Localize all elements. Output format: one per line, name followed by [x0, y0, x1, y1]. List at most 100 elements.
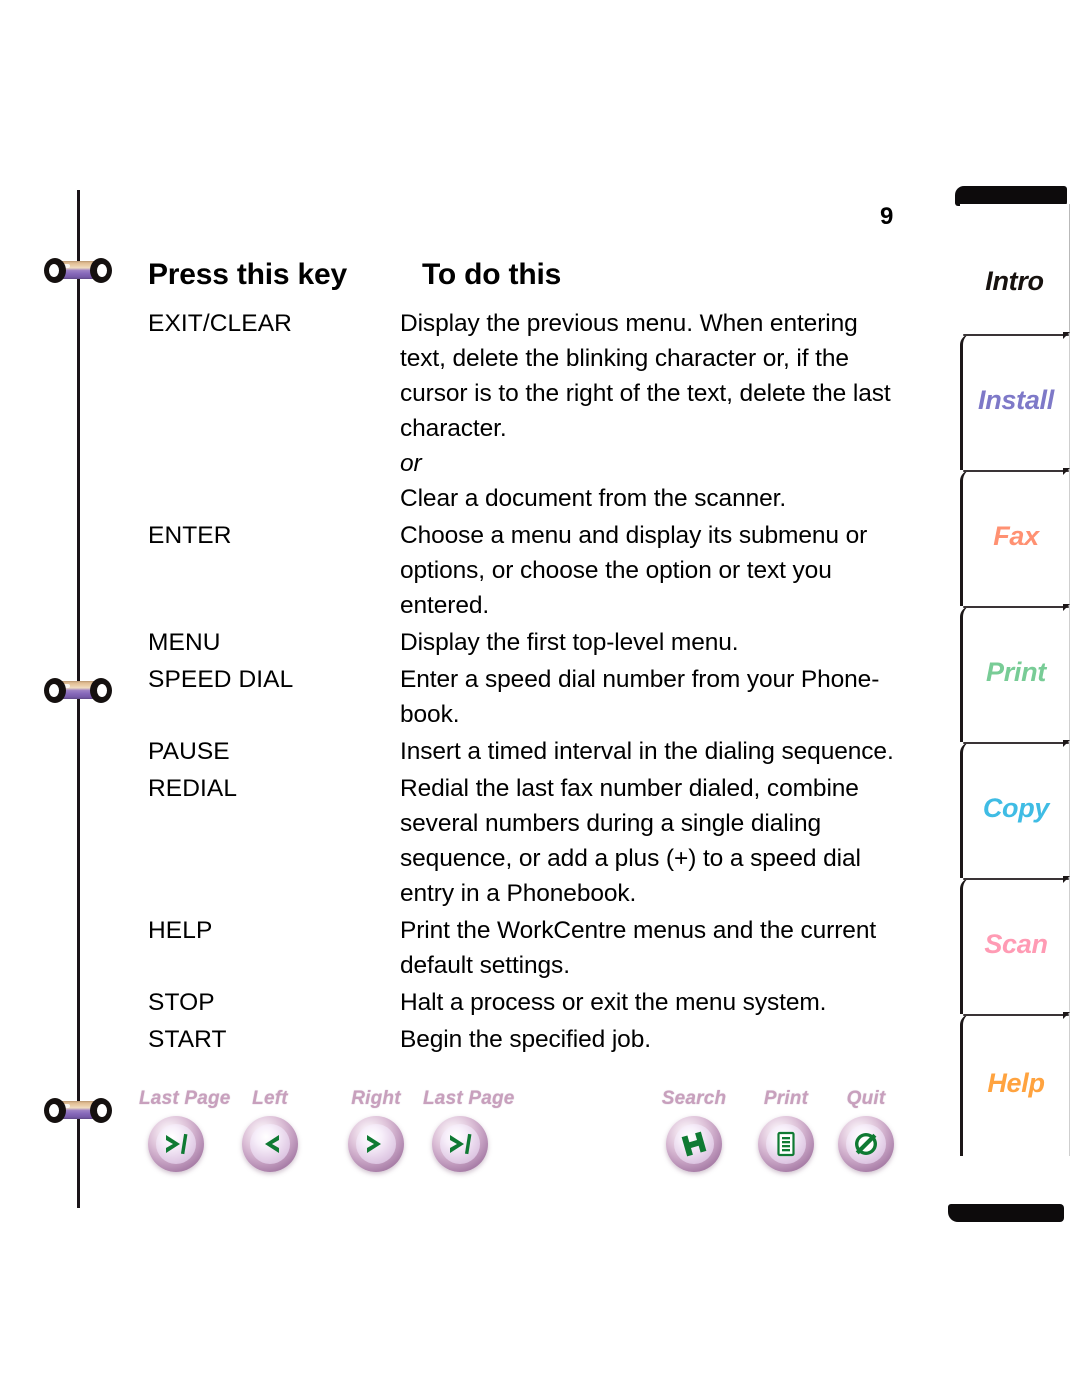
tab-divider: [963, 1014, 1069, 1016]
key-description-cell: Halt a process or exit the menu system.: [400, 985, 928, 1020]
sidebar-tab-fax[interactable]: Fax: [960, 470, 1070, 606]
nav-button-label: Last Page: [423, 1088, 497, 1110]
bottom-navigation-bar: Last Page Left Right Last Page Search Print Qu…: [0, 1088, 1080, 1198]
description-line: Choose a menu and display its submenu or: [400, 518, 928, 553]
quit-no-entry-icon[interactable]: [838, 1116, 894, 1172]
key-description-cell: Display the previous menu. When entering…: [400, 306, 928, 516]
table-row: REDIALRedial the last fax number dialed,…: [148, 771, 928, 911]
sidebar-tab-label: Install: [963, 385, 1069, 416]
binder-ring: [44, 678, 112, 703]
table-row: EXIT/CLEARDisplay the previous menu. Whe…: [148, 306, 928, 516]
key-name-cell: REDIAL: [148, 771, 400, 806]
nav-button-label: Left: [233, 1088, 307, 1110]
key-description-cell: Display the first top-level menu.: [400, 625, 928, 660]
nav-button-quit[interactable]: Quit: [829, 1088, 903, 1172]
description-line: text, delete the blinking character or, …: [400, 341, 928, 376]
binder-ring-hole-right: [97, 684, 107, 697]
column-header-press-this-key: Press this key: [148, 258, 422, 292]
description-line: default settings.: [400, 948, 928, 983]
arrow-right-to-bar-icon[interactable]: [148, 1116, 204, 1172]
key-name-cell: ENTER: [148, 518, 400, 553]
nav-button-print[interactable]: Print: [749, 1088, 823, 1172]
key-description-cell: Print the WorkCentre menus and the curre…: [400, 913, 928, 983]
nav-button-label: Right: [339, 1088, 413, 1110]
table-header-row: Press this key To do this: [148, 258, 928, 292]
search-h-icon[interactable]: [666, 1116, 722, 1172]
sidebar-tab-label: Print: [963, 657, 1069, 688]
key-description-cell: Insert a timed interval in the dialing s…: [400, 734, 928, 769]
binder-ring-hole-left: [49, 264, 59, 277]
description-line: entry in a Phonebook.: [400, 876, 928, 911]
sidebar-tab-install[interactable]: Install: [960, 334, 1070, 470]
table-row: HELPPrint the WorkCentre menus and the c…: [148, 913, 928, 983]
tab-divider: [963, 470, 1069, 472]
nav-button-label: Last Page: [139, 1088, 213, 1110]
sidebar-tab-label: Fax: [963, 521, 1069, 552]
key-name-cell: MENU: [148, 625, 400, 660]
arrow-right-to-bar-icon[interactable]: [432, 1116, 488, 1172]
sidebar-tab-label: Copy: [963, 793, 1069, 824]
nav-button-left[interactable]: Left: [233, 1088, 307, 1172]
document-page: 9 Press this key To do this EXIT/CLEARDi…: [0, 0, 1080, 1397]
tab-strip-top-edge: [955, 186, 1063, 206]
table-row: STARTBegin the specified job.: [148, 1022, 928, 1057]
sidebar-tab-copy[interactable]: Copy: [960, 742, 1070, 878]
key-name-cell: HELP: [148, 913, 400, 948]
sidebar-tab-scan[interactable]: Scan: [960, 878, 1070, 1014]
section-tab-strip: Intro Install Fax Print Copy Scan Help: [940, 186, 1080, 1222]
binder-ring: [44, 258, 112, 283]
description-line: Display the previous menu. When entering: [400, 306, 928, 341]
nav-button-label: Quit: [829, 1088, 903, 1110]
arrow-left-icon[interactable]: [242, 1116, 298, 1172]
nav-button-label: Print: [749, 1088, 823, 1110]
table-row: STOPHalt a process or exit the menu syst…: [148, 985, 928, 1020]
description-line: Halt a process or exit the menu system.: [400, 985, 928, 1020]
description-line: Insert a timed interval in the dialing s…: [400, 734, 928, 769]
tab-divider: [963, 742, 1069, 744]
tab-divider: [963, 334, 1069, 336]
description-line: Enter a speed dial number from your Phon…: [400, 662, 928, 697]
key-description-cell: Choose a menu and display its submenu or…: [400, 518, 928, 623]
nav-button-label: Search: [657, 1088, 731, 1110]
description-line: book.: [400, 697, 928, 732]
description-line: Print the WorkCentre menus and the curre…: [400, 913, 928, 948]
nav-button-last-page[interactable]: Last Page: [423, 1088, 497, 1172]
sidebar-tab-label: Scan: [963, 929, 1069, 960]
key-name-cell: PAUSE: [148, 734, 400, 769]
table-row: MENUDisplay the first top-level menu.: [148, 625, 928, 660]
tab-divider: [963, 606, 1069, 608]
description-line: Display the first top-level menu.: [400, 625, 928, 660]
table-row: ENTERChoose a menu and display its subme…: [148, 518, 928, 623]
sidebar-tab-help[interactable]: Help: [960, 1014, 1070, 1156]
print-page-icon[interactable]: [758, 1116, 814, 1172]
table-body: EXIT/CLEARDisplay the previous menu. Whe…: [148, 306, 928, 1057]
description-line: or: [400, 446, 928, 481]
description-line: Clear a document from the scanner.: [400, 481, 928, 516]
tab-strip-bottom-edge: [948, 1204, 1064, 1222]
description-line: character.: [400, 411, 928, 446]
description-line: options, or choose the option or text yo…: [400, 553, 928, 588]
tab-divider: [963, 878, 1069, 880]
description-line: cursor is to the right of the text, dele…: [400, 376, 928, 411]
key-reference-table: Press this key To do this EXIT/CLEARDisp…: [148, 258, 928, 1059]
table-row: SPEED DIALEnter a speed dial number from…: [148, 662, 928, 732]
description-line: entered.: [400, 588, 928, 623]
key-name-cell: EXIT/CLEAR: [148, 306, 400, 341]
sidebar-tab-print[interactable]: Print: [960, 606, 1070, 742]
nav-button-last-page[interactable]: Last Page: [139, 1088, 213, 1172]
key-description-cell: Enter a speed dial number from your Phon…: [400, 662, 928, 732]
key-description-cell: Begin the specified job.: [400, 1022, 928, 1057]
description-line: several numbers during a single dialing: [400, 806, 928, 841]
binder-ring-hole-right: [97, 264, 107, 277]
nav-button-search[interactable]: Search: [657, 1088, 731, 1172]
sidebar-tab-intro[interactable]: Intro: [960, 204, 1070, 334]
table-row: PAUSEInsert a timed interval in the dial…: [148, 734, 928, 769]
nav-button-right[interactable]: Right: [339, 1088, 413, 1172]
arrow-right-icon[interactable]: [348, 1116, 404, 1172]
column-header-to-do-this: To do this: [422, 258, 561, 292]
key-name-cell: SPEED DIAL: [148, 662, 400, 697]
sidebar-tab-label: Intro: [960, 266, 1069, 297]
description-line: Redial the last fax number dialed, combi…: [400, 771, 928, 806]
sidebar-tab-label: Help: [963, 1068, 1069, 1099]
binder-ring-hole-left: [49, 684, 59, 697]
